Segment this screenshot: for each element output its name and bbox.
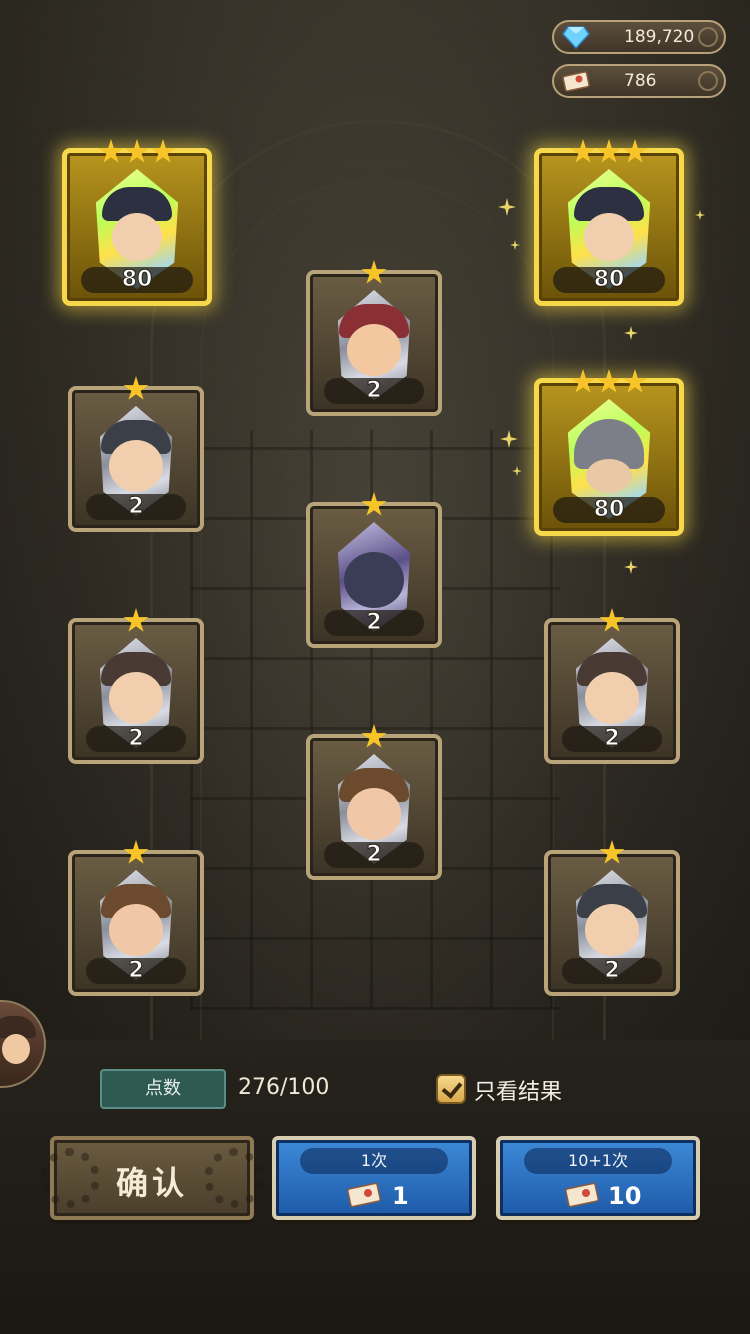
star-rating [123,376,149,402]
hero-card[interactable]: 2 [544,840,680,996]
star-rating [123,608,149,634]
hero-card[interactable]: 2 [306,724,442,880]
shard-count: 2 [86,958,186,984]
star-icon [123,608,149,632]
star-rating [570,139,648,165]
star-icon [596,369,622,393]
star-rating [123,840,149,866]
gem-counter[interactable]: 189,720 [552,20,726,54]
hero-portrait [586,459,632,493]
hero-card[interactable]: 2 [68,840,204,996]
draw-ten-label: 10+1次 [524,1148,672,1174]
shard-count: 2 [86,726,186,752]
star-rating [599,608,625,634]
draw-single-button[interactable]: 1次 1 [272,1136,476,1220]
hero-portrait [347,788,401,840]
star-rating [361,724,387,750]
hero-portrait [109,904,163,956]
star-icon [570,139,596,163]
hero-portrait [109,440,163,492]
shard-count: 2 [324,610,424,636]
draw-ten-button[interactable]: 10+1次 10 [496,1136,700,1220]
shard-count: 80 [553,497,665,523]
ticket-add-icon[interactable] [698,71,718,91]
star-icon [622,369,648,393]
star-rating [599,840,625,866]
star-icon [98,139,124,163]
hero-portrait [585,904,639,956]
draw-ten-cost: 10 [608,1182,642,1210]
shard-count: 80 [81,267,193,293]
results-only-checkbox[interactable] [436,1074,466,1104]
results-only-label[interactable]: 只看结果 [474,1074,562,1106]
star-icon [596,139,622,163]
gem-amount: 189,720 [624,27,695,47]
hero-card[interactable]: 2 [306,492,442,648]
ticket-icon [347,1182,381,1208]
ticket-amount: 786 [624,71,657,91]
shard-count: 2 [86,494,186,520]
shard-count: 2 [324,378,424,404]
star-icon [124,139,150,163]
ticket-counter[interactable]: 786 [552,64,726,98]
confirm-button-label: 确认 [115,1164,188,1202]
star-rating [570,369,648,395]
hero-card-gold[interactable]: 80 [62,139,212,306]
points-label: 点数 [100,1069,226,1109]
shard-count: 2 [562,726,662,752]
hero-card[interactable]: 2 [544,608,680,764]
hero-portrait [585,672,639,724]
star-icon [361,492,387,516]
star-icon [123,376,149,400]
ticket-icon [562,71,590,92]
star-icon [570,369,596,393]
confirm-button[interactable]: 确认 [40,1136,264,1220]
hero-portrait [112,213,162,261]
star-rating [361,260,387,286]
gem-icon [562,26,590,49]
hero-portrait [584,213,634,261]
draw-single-cost: 1 [392,1182,409,1210]
star-icon [361,724,387,748]
star-icon [599,608,625,632]
star-icon [599,840,625,864]
shard-count: 80 [553,267,665,293]
avatar-face [2,1034,30,1064]
star-rating [98,139,176,165]
creature-portrait [344,552,404,608]
hero-card-gold[interactable]: 80 [534,369,684,536]
hero-card[interactable]: 2 [68,608,204,764]
hero-portrait [109,672,163,724]
shard-count: 2 [562,958,662,984]
hero-card[interactable]: 2 [306,260,442,416]
star-icon [361,260,387,284]
hero-portrait [347,324,401,376]
ticket-icon [565,1182,599,1208]
star-icon [622,139,648,163]
star-rating [361,492,387,518]
shard-count: 2 [324,842,424,868]
star-icon [123,840,149,864]
hero-card[interactable]: 2 [68,376,204,532]
hero-card-gold[interactable]: 80 [534,139,684,306]
gem-add-icon[interactable] [698,27,718,47]
draw-single-label: 1次 [300,1148,448,1174]
star-icon [150,139,176,163]
points-value: 276/100 [238,1075,330,1100]
